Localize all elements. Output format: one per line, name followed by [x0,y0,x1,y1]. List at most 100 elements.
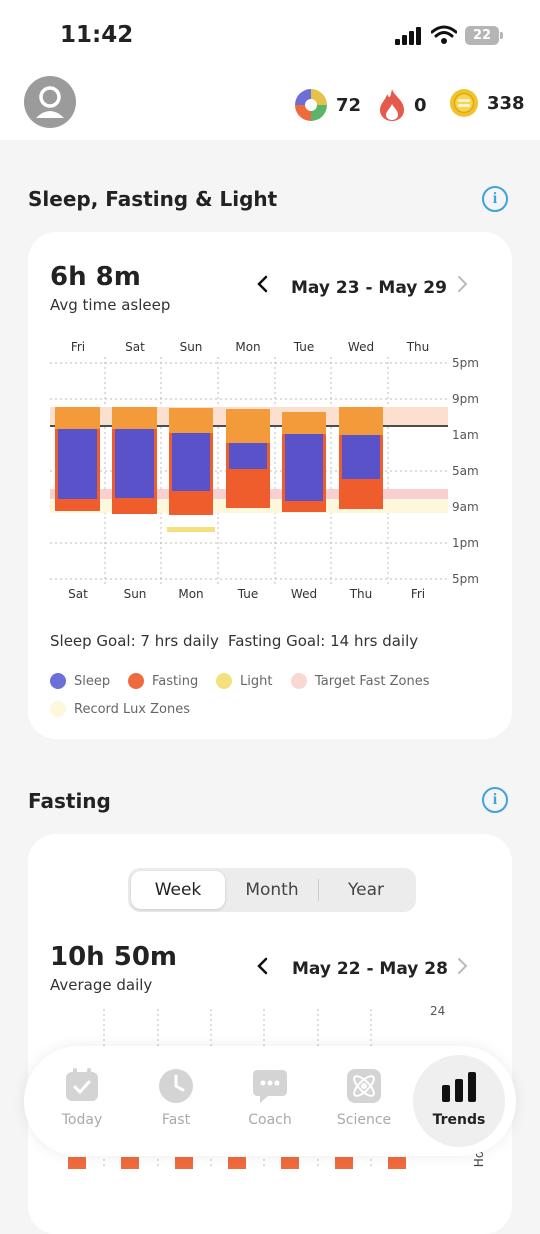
time-label: 1am [452,428,479,442]
bottom-day-label: Sat [68,587,88,601]
bar-sat [55,407,100,511]
balance-wheel-icon [295,89,327,121]
coins-stat[interactable]: 338 [449,88,525,118]
bottom-day-label: Fri [410,587,426,601]
fasting-section-title: Fasting [28,789,111,813]
bottom-day-label: Tue [237,587,259,601]
time-label: 9pm [452,392,479,406]
chevron-right-icon [458,276,468,292]
coins-value: 338 [487,92,525,114]
battery-icon: 22 [465,26,499,45]
top-day-label: Fri [70,340,86,354]
nav-science[interactable]: Science [319,1046,409,1156]
bar-thu [339,407,383,509]
time-label: 5pm [452,572,479,586]
top-day-label: Sat [125,340,145,354]
avg-fasting-value: 10h 50m [50,942,178,972]
sleep-section-title: Sleep, Fasting & Light [28,187,278,211]
chevron-left-icon [257,275,268,293]
wifi-icon [431,25,457,44]
next-week-button[interactable] [456,956,468,981]
legend-swatch [216,673,232,689]
sleep-fasting-chart [50,357,448,587]
prev-week-button[interactable] [256,956,268,981]
atom-icon [347,1069,381,1103]
next-week-button[interactable] [456,274,468,299]
signal-icon [395,27,421,45]
streak-value: 0 [414,94,427,116]
coin-icon [450,89,478,117]
bottom-day-label: Thu [349,587,373,601]
time-label: 5am [452,464,479,478]
sleep-goal: Sleep Goal: 7 hrs daily [50,632,219,650]
battery-level: 22 [472,28,492,43]
top-day-label: Thu [406,340,430,354]
top-day-label: Wed [347,340,375,354]
time-label: 9am [452,500,479,514]
tab-year[interactable]: Year [319,871,413,909]
period-segmented-control: Week Month Year [128,868,416,912]
bar-chart-icon [442,1072,476,1102]
prev-week-button[interactable] [256,274,268,299]
bottom-nav: Today Fast Coach Science Trends [24,1046,516,1156]
top-day-label: Mon [235,340,261,354]
legend-label: Target Fast Zones [315,673,430,689]
legend-target-fast-zones: Target Fast Zones [291,673,429,689]
bottom-day-label: Mon [178,587,204,601]
fasting-goal: Fasting Goal: 14 hrs daily [228,632,419,650]
legend-label: Sleep [74,673,111,689]
top-day-label: Sun [179,340,203,354]
legend-swatch [291,673,307,689]
legend-sleep: Sleep [50,673,110,689]
bottom-day-label: Wed [290,587,318,601]
legend-label: Light [240,673,273,689]
bar-mon [167,408,215,532]
tab-week[interactable]: Week [131,871,225,909]
legend-light: Light [216,673,272,689]
info-icon[interactable]: i [482,787,508,813]
legend-swatch [50,701,66,717]
legend-label: Record Lux Zones [74,701,190,717]
avg-fasting-label: Average daily [50,976,153,994]
nav-fast[interactable]: Fast [131,1046,221,1156]
calendar-check-icon [66,1068,98,1101]
top-day-label: Tue [293,340,315,354]
battery-cap [500,32,503,39]
status-time: 11:42 [60,22,134,48]
bar-wed [282,412,326,512]
chat-bubble-icon [253,1070,287,1103]
light-exposure-bar [167,527,215,532]
bar-tue [226,409,270,508]
fasting-date-range: May 22 - May 28 [292,959,448,979]
score-value: 72 [336,94,362,116]
chevron-right-icon [458,958,468,974]
legend-swatch [128,673,144,689]
avatar[interactable] [24,76,76,128]
chevron-left-icon [257,957,268,975]
sleep-date-range: May 23 - May 29 [291,278,447,298]
flame-icon [380,89,404,121]
nav-label: Science [336,1112,392,1128]
legend-label: Fasting [152,673,199,689]
streak-stat[interactable]: 0 [378,88,427,122]
score-stat[interactable]: 72 [294,88,361,122]
nav-today[interactable]: Today [37,1046,127,1156]
nav-label: Today [61,1112,103,1128]
bar-sun [112,407,157,514]
fasting-card: Week Month Year 10h 50m Average daily Ma… [28,834,512,1234]
top-bar: 72 0 338 [0,70,540,140]
time-label: 1pm [452,536,479,550]
nav-coach[interactable]: Coach [225,1046,315,1156]
time-label: 5pm [452,356,479,370]
nav-trends[interactable]: Trends [413,1055,505,1147]
info-icon[interactable]: i [482,186,508,212]
bottom-day-label: Sun [123,587,147,601]
nav-label: Coach [248,1112,292,1128]
user-icon [36,86,64,118]
avg-sleep-value: 6h 8m [50,262,141,292]
legend-record-lux-zones: Record Lux Zones [50,701,190,717]
tab-month[interactable]: Month [225,871,319,909]
nav-label: Fast [161,1112,191,1128]
nav-label: Trends [432,1112,486,1128]
sleep-card: 6h 8m Avg time asleep May 23 - May 29 Fr… [28,232,512,739]
